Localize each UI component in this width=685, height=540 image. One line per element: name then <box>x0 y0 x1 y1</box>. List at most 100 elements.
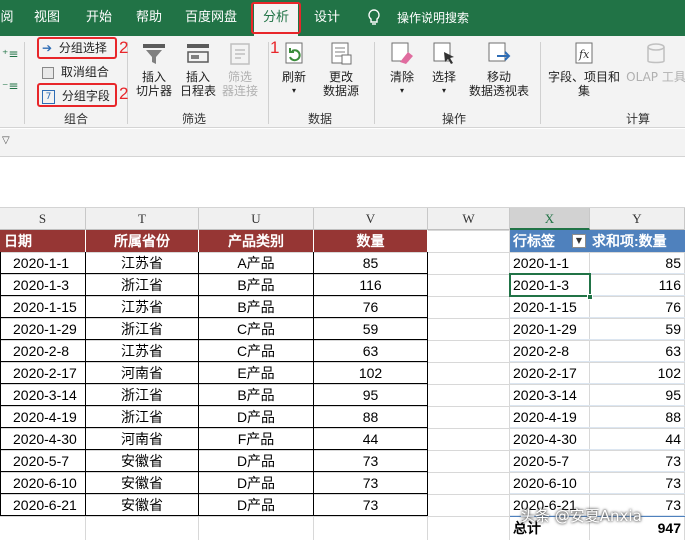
table-data-cell[interactable]: 73 <box>314 472 428 494</box>
worksheet-grid[interactable]: 日期 所属省份 产品类别 数量 2020-1-1 江苏省 A产品 85 2020-1-3 浙江省 B… <box>0 230 685 540</box>
table-data-cell[interactable]: 73 <box>314 450 428 472</box>
fill-handle[interactable] <box>587 294 593 300</box>
pivot-row-label-cell[interactable]: 2020-1-15 <box>510 296 590 318</box>
column-header-v[interactable]: V <box>314 208 428 230</box>
tab-view[interactable]: 视图 <box>26 0 68 36</box>
tab-design[interactable]: 设计 <box>306 0 348 36</box>
table-data-cell[interactable]: 2020-1-3 <box>0 274 86 296</box>
column-header-u[interactable]: U <box>199 208 314 230</box>
pivot-row-label-cell[interactable]: 2020-6-10 <box>510 472 590 494</box>
tell-me-search[interactable]: 操作说明搜索 <box>390 0 476 36</box>
table-data-cell[interactable]: 2020-1-15 <box>0 296 86 318</box>
table-data-cell[interactable]: 2020-6-10 <box>0 472 86 494</box>
table-data-cell[interactable]: E产品 <box>199 362 314 384</box>
table-data-cell[interactable]: 2020-5-7 <box>0 450 86 472</box>
pivot-value-cell[interactable]: 76 <box>590 296 685 318</box>
insert-slicer-button[interactable]: 插入 切片器 <box>132 40 176 98</box>
table-data-cell[interactable]: B产品 <box>199 384 314 406</box>
column-header-s[interactable]: S <box>0 208 86 230</box>
pivot-row-label-cell[interactable]: 2020-4-19 <box>510 406 590 428</box>
table-data-cell[interactable]: 安徽省 <box>86 472 199 494</box>
move-pivot-button[interactable]: 移动 数据透视表 <box>464 40 534 98</box>
expand-field-icon[interactable]: ⁺≡ <box>2 44 18 64</box>
table-data-cell[interactable]: 河南省 <box>86 362 199 384</box>
insert-timeline-button[interactable]: 插入 日程表 <box>176 40 220 98</box>
pivot-value-cell[interactable]: 73 <box>590 450 685 472</box>
table-data-cell[interactable]: 河南省 <box>86 428 199 450</box>
ungroup-button[interactable]: 取消组合 <box>42 62 109 82</box>
column-header-y[interactable]: Y <box>590 208 685 230</box>
pivot-value-cell[interactable]: 116 <box>590 274 685 296</box>
table-data-cell[interactable]: 102 <box>314 362 428 384</box>
table-data-cell[interactable]: 2020-6-21 <box>0 494 86 516</box>
pivot-value-cell[interactable]: 88 <box>590 406 685 428</box>
table-data-cell[interactable]: 2020-4-30 <box>0 428 86 450</box>
tab-home[interactable]: 开始 <box>78 0 120 36</box>
pivot-row-label-cell[interactable]: 2020-2-17 <box>510 362 590 384</box>
table-data-cell[interactable]: B产品 <box>199 296 314 318</box>
pivot-value-cell[interactable]: 73 <box>590 472 685 494</box>
column-header-x[interactable]: X <box>510 208 590 230</box>
pivot-row-label-cell[interactable]: 2020-5-7 <box>510 450 590 472</box>
table-data-cell[interactable]: 59 <box>314 318 428 340</box>
pivot-row-label-cell[interactable]: 2020-2-8 <box>510 340 590 362</box>
table-data-cell[interactable]: 95 <box>314 384 428 406</box>
table-data-cell[interactable]: 浙江省 <box>86 384 199 406</box>
table-data-cell[interactable]: F产品 <box>199 428 314 450</box>
table-data-cell[interactable]: 63 <box>314 340 428 362</box>
table-data-cell[interactable]: 2020-4-19 <box>0 406 86 428</box>
table-data-cell[interactable]: 江苏省 <box>86 252 199 274</box>
pivot-row-label-cell[interactable]: 2020-1-1 <box>510 252 590 274</box>
table-data-cell[interactable]: 安徽省 <box>86 494 199 516</box>
table-data-cell[interactable]: D产品 <box>199 406 314 428</box>
table-data-cell[interactable]: 76 <box>314 296 428 318</box>
table-data-cell[interactable]: 85 <box>314 252 428 274</box>
pivot-row-label-cell[interactable]: 2020-4-30 <box>510 428 590 450</box>
table-data-cell[interactable]: 73 <box>314 494 428 516</box>
table-data-cell[interactable]: 安徽省 <box>86 450 199 472</box>
tab-help[interactable]: 帮助 <box>128 0 170 36</box>
column-header-t[interactable]: T <box>86 208 199 230</box>
table-data-cell[interactable]: 116 <box>314 274 428 296</box>
column-header-w[interactable]: W <box>428 208 510 230</box>
table-data-cell[interactable]: 2020-1-29 <box>0 318 86 340</box>
table-data-cell[interactable]: A产品 <box>199 252 314 274</box>
pivot-value-cell[interactable]: 44 <box>590 428 685 450</box>
select-button[interactable]: 选择 ▾ <box>424 40 464 98</box>
tab-review[interactable]: 阅 <box>0 0 18 36</box>
table-data-cell[interactable]: 88 <box>314 406 428 428</box>
pivot-value-cell[interactable]: 85 <box>590 252 685 274</box>
table-data-cell[interactable]: D产品 <box>199 472 314 494</box>
table-data-cell[interactable]: 2020-2-8 <box>0 340 86 362</box>
fields-items-sets-button[interactable]: fx 字段、项目和 集 <box>544 40 624 98</box>
refresh-button[interactable]: 刷新 ▾ <box>274 40 314 98</box>
pivot-row-label-cell[interactable]: 2020-1-29 <box>510 318 590 340</box>
filter-dropdown-icon[interactable]: ▼ <box>572 234 586 248</box>
table-data-cell[interactable]: 江苏省 <box>86 296 199 318</box>
table-data-cell[interactable]: B产品 <box>199 274 314 296</box>
collapse-field-icon[interactable]: ⁻≡ <box>2 76 18 96</box>
table-data-cell[interactable]: D产品 <box>199 450 314 472</box>
table-data-cell[interactable]: D产品 <box>199 494 314 516</box>
table-data-cell[interactable]: 浙江省 <box>86 274 199 296</box>
table-data-cell[interactable]: 浙江省 <box>86 318 199 340</box>
table-data-cell[interactable]: 江苏省 <box>86 340 199 362</box>
change-data-source-button[interactable]: 更改 数据源 <box>316 40 366 98</box>
pivot-value-cell[interactable]: 102 <box>590 362 685 384</box>
table-data-cell[interactable]: 2020-3-14 <box>0 384 86 406</box>
olap-tools-button[interactable]: OLAP 工具 <box>624 40 685 84</box>
pivot-value-cell[interactable]: 59 <box>590 318 685 340</box>
tab-baidu-netdisk[interactable]: 百度网盘 <box>178 0 244 36</box>
active-cell-selection[interactable] <box>509 273 591 297</box>
table-data-cell[interactable]: 44 <box>314 428 428 450</box>
clear-button[interactable]: 清除 ▾ <box>382 40 422 98</box>
pivot-row-label-cell[interactable]: 2020-3-14 <box>510 384 590 406</box>
table-data-cell[interactable]: 2020-1-1 <box>0 252 86 274</box>
table-data-cell[interactable]: 浙江省 <box>86 406 199 428</box>
table-data-cell[interactable]: C产品 <box>199 318 314 340</box>
collapse-ribbon-icon[interactable]: ▽ <box>2 135 10 146</box>
table-data-cell[interactable]: 2020-2-17 <box>0 362 86 384</box>
pivot-value-cell[interactable]: 95 <box>590 384 685 406</box>
filter-connections-button[interactable]: 筛选 器连接 <box>218 40 262 98</box>
table-data-cell[interactable]: C产品 <box>199 340 314 362</box>
